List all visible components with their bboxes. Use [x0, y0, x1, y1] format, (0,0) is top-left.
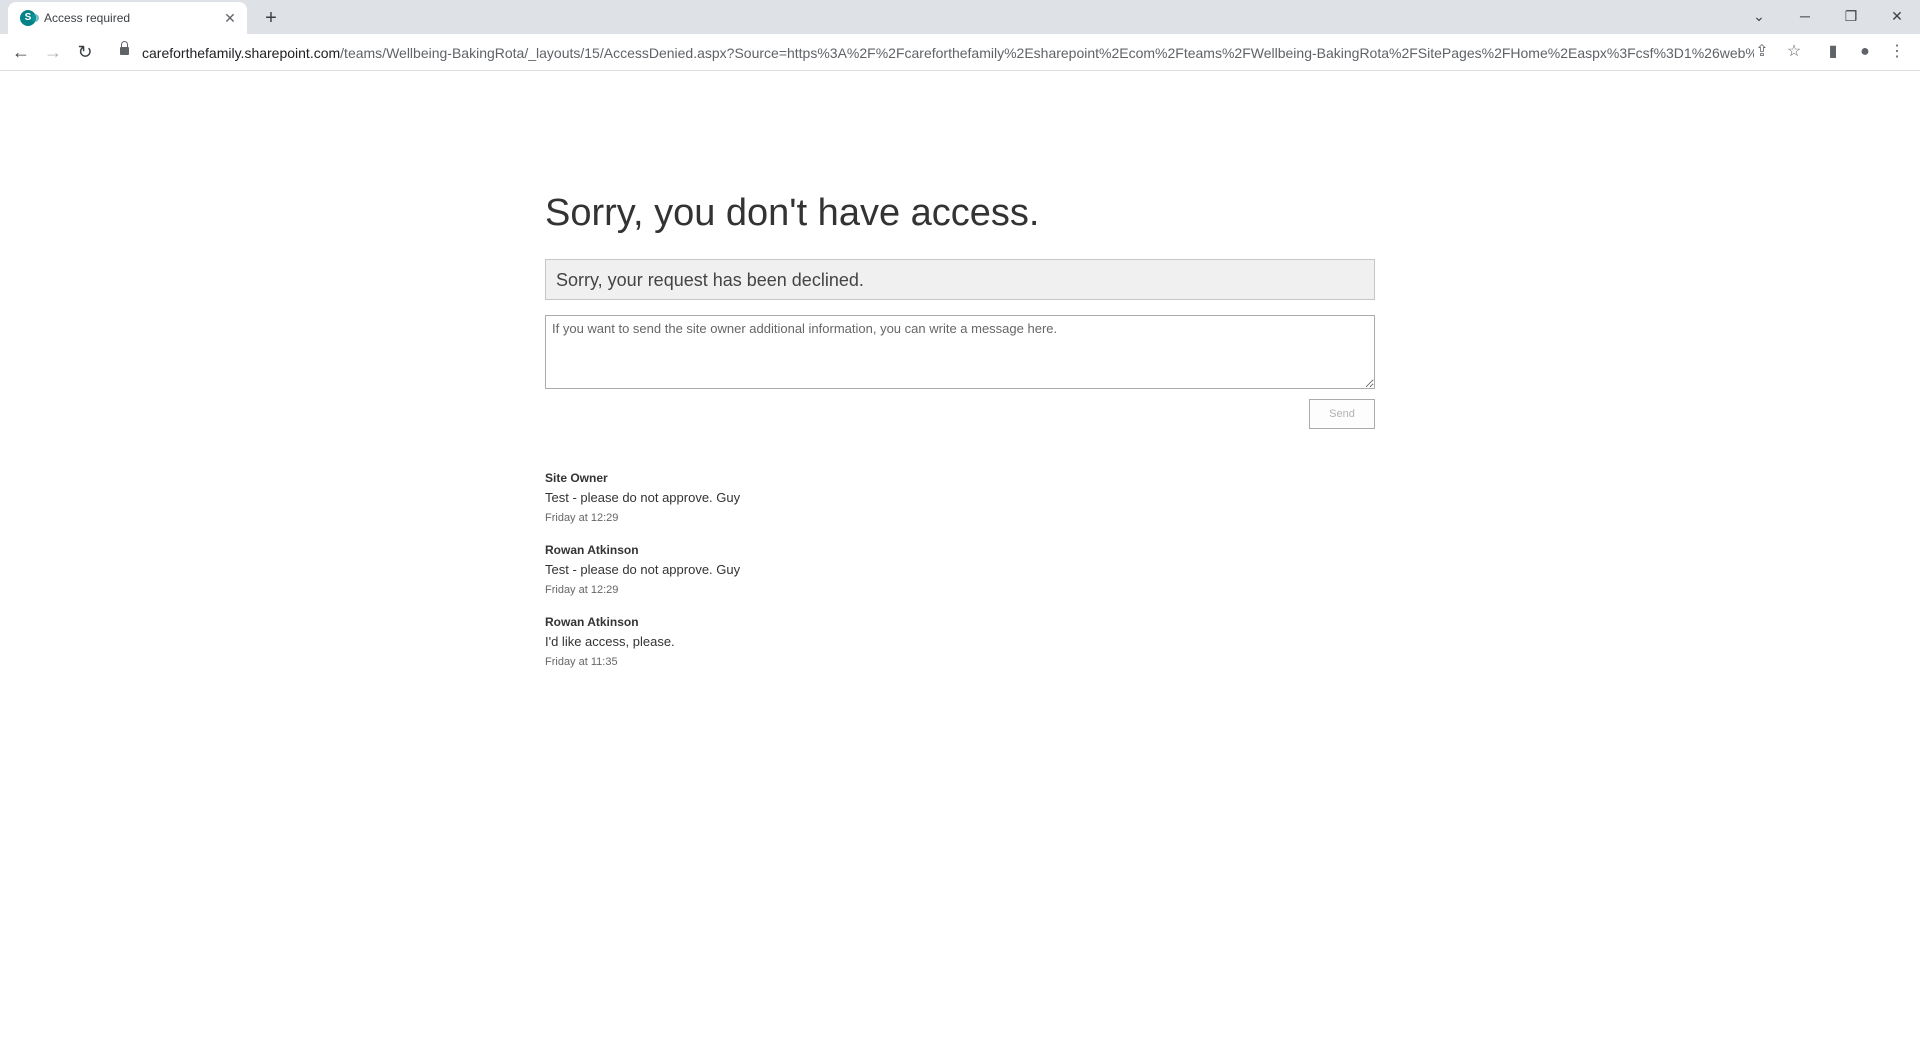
back-arrow-icon[interactable]: ← — [7, 38, 35, 66]
tab-close-icon[interactable]: ✕ — [221, 9, 239, 27]
entry-author: Rowan Atkinson — [545, 615, 639, 629]
address-bar[interactable]: careforthefamily.sharepoint.com/teams/We… — [110, 38, 1760, 67]
browser-tabstrip: S Access required ✕ + ⌄ ─ ❐ ✕ — [0, 0, 1920, 34]
thread-entry: Site Owner Test - please do not approve.… — [545, 468, 1375, 540]
send-button[interactable]: Send — [1309, 399, 1375, 429]
entry-time: Friday at 12:29 — [545, 512, 619, 524]
thread-entry: Rowan Atkinson I'd like access, please. … — [545, 612, 1375, 684]
sharepoint-favicon-icon: S — [20, 10, 39, 26]
tab-search-chevron-icon[interactable]: ⌄ — [1736, 2, 1782, 30]
thread-entry: Rowan Atkinson Test - please do not appr… — [545, 540, 1375, 612]
url-domain: careforthefamily.sharepoint.com — [142, 45, 341, 61]
share-icon[interactable]: ⇪ — [1748, 38, 1776, 66]
url-text[interactable]: careforthefamily.sharepoint.com/teams/We… — [142, 45, 1754, 61]
bookmark-star-icon[interactable]: ☆ — [1780, 38, 1808, 66]
minimize-icon[interactable]: ─ — [1782, 2, 1828, 30]
restore-icon[interactable]: ❐ — [1828, 2, 1874, 30]
profile-avatar-icon[interactable]: ● — [1851, 38, 1879, 66]
message-field[interactable] — [545, 315, 1375, 389]
page-title: Sorry, you don't have access. — [545, 192, 1040, 234]
entry-author: Rowan Atkinson — [545, 543, 639, 557]
lock-icon[interactable] — [120, 41, 129, 56]
entry-time: Friday at 12:29 — [545, 584, 619, 596]
browser-menu-icon[interactable]: ⋮ — [1883, 38, 1911, 66]
entry-time: Friday at 11:35 — [545, 656, 618, 668]
entry-author: Site Owner — [545, 471, 608, 485]
access-denied-panel: Sorry, you don't have access. Sorry, you… — [545, 192, 1375, 684]
browser-tab[interactable]: S Access required ✕ — [8, 2, 247, 34]
status-message: Sorry, your request has been declined. — [545, 259, 1375, 300]
reload-icon[interactable]: ↻ — [71, 38, 99, 66]
tab-title: Access required — [44, 11, 131, 25]
send-row: Send — [545, 399, 1375, 433]
browser-toolbar: ← → ↻ careforthefamily.sharepoint.com/te… — [0, 34, 1920, 71]
entry-message: I'd like access, please. — [545, 634, 675, 649]
side-panel-icon[interactable]: ▮ — [1819, 38, 1847, 66]
request-thread: Site Owner Test - please do not approve.… — [545, 468, 1375, 684]
entry-message: Test - please do not approve. Guy — [545, 490, 741, 505]
url-path: /teams/Wellbeing-BakingRota/_layouts/15/… — [340, 45, 1754, 61]
window-close-icon[interactable]: ✕ — [1874, 2, 1920, 30]
new-tab-plus-icon[interactable]: + — [258, 5, 284, 31]
forward-arrow-icon[interactable]: → — [39, 38, 67, 66]
entry-message: Test - please do not approve. Guy — [545, 562, 741, 577]
